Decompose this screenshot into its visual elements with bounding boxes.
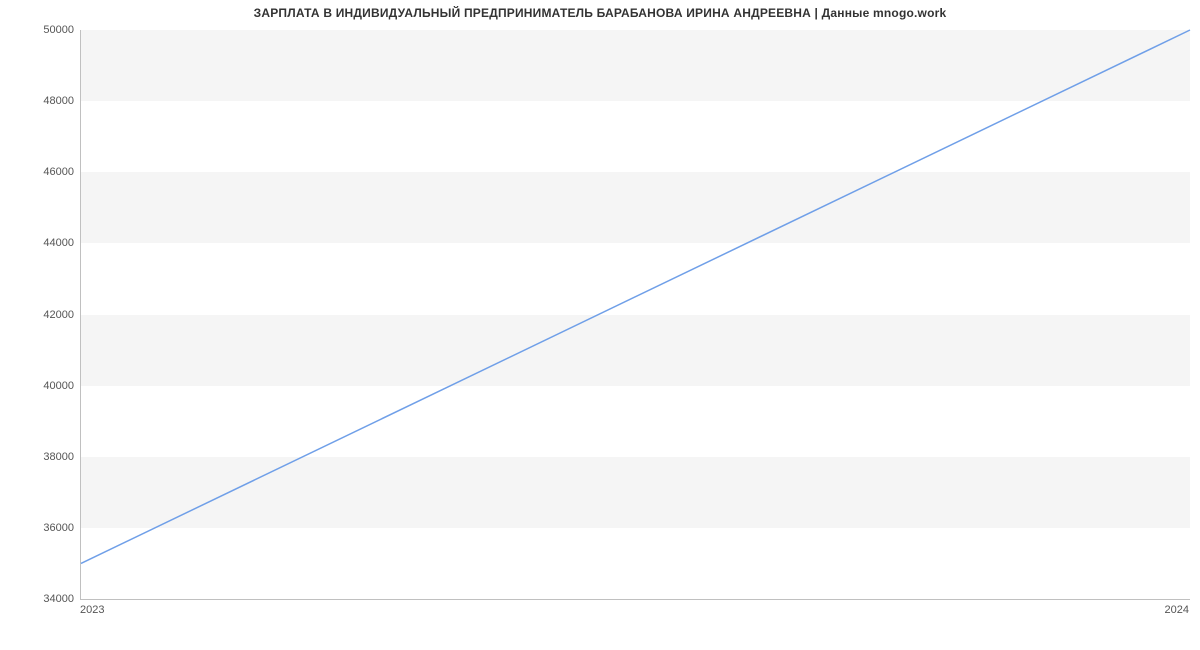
y-tick-label: 48000 (4, 95, 74, 107)
chart-title: ЗАРПЛАТА В ИНДИВИДУАЛЬНЫЙ ПРЕДПРИНИМАТЕЛ… (0, 6, 1200, 20)
y-tick-label: 44000 (4, 237, 74, 249)
y-tick-label: 40000 (4, 380, 74, 392)
y-tick-label: 46000 (4, 166, 74, 178)
y-tick-label: 34000 (4, 593, 74, 605)
y-tick-label: 38000 (4, 451, 74, 463)
line-series (81, 30, 1190, 599)
plot-area (80, 30, 1190, 600)
x-tick-label: 2023 (80, 604, 104, 616)
y-tick-label: 42000 (4, 309, 74, 321)
chart-container: ЗАРПЛАТА В ИНДИВИДУАЛЬНЫЙ ПРЕДПРИНИМАТЕЛ… (0, 0, 1200, 650)
series-line (81, 30, 1190, 563)
x-tick-label: 2024 (1165, 604, 1189, 616)
y-tick-label: 36000 (4, 522, 74, 534)
y-tick-label: 50000 (4, 24, 74, 36)
